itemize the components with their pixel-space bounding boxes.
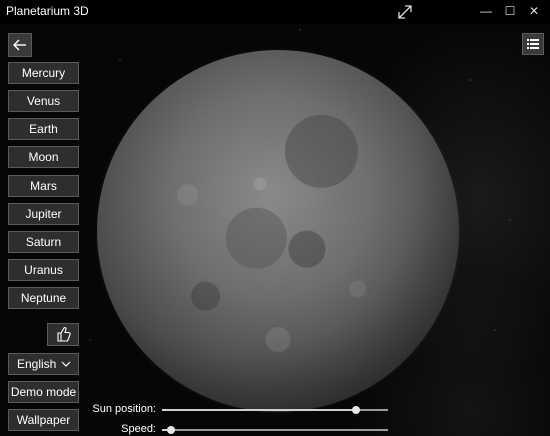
language-select[interactable]: English — [8, 353, 79, 375]
close-button[interactable]: ✕ — [518, 0, 550, 24]
title-bar: Planetarium 3D — ☐ ✕ — [0, 0, 550, 24]
planet-button-earth[interactable]: Earth — [8, 118, 79, 140]
planet-button-mars[interactable]: Mars — [8, 175, 79, 197]
planet-button-uranus[interactable]: Uranus — [8, 259, 79, 281]
list-icon — [527, 39, 539, 49]
menu-button[interactable] — [522, 33, 544, 55]
speed-slider[interactable] — [162, 426, 388, 434]
speed-label: Speed: — [121, 423, 156, 435]
planet-button-neptune[interactable]: Neptune — [8, 287, 79, 309]
planet-button-moon[interactable]: Moon — [8, 146, 79, 168]
app-title: Planetarium 3D — [6, 4, 89, 18]
planet-button-jupiter[interactable]: Jupiter — [8, 203, 79, 225]
language-selected: English — [17, 357, 57, 371]
planet-button-venus[interactable]: Venus — [8, 90, 79, 112]
back-button[interactable] — [8, 33, 32, 57]
sun-position-slider[interactable] — [162, 406, 388, 414]
planet-button-mercury[interactable]: Mercury — [8, 62, 79, 84]
planet-button-saturn[interactable]: Saturn — [8, 231, 79, 253]
demo-mode-button[interactable]: Demo mode — [8, 381, 79, 403]
expand-diagonal-icon[interactable] — [394, 1, 416, 23]
moon-shading — [97, 50, 459, 412]
wallpaper-button[interactable]: Wallpaper — [8, 409, 79, 431]
back-arrow-icon — [13, 39, 26, 51]
speed-thumb[interactable] — [167, 426, 176, 434]
thumbs-up-icon — [57, 327, 71, 342]
sun-position-fill — [162, 409, 357, 411]
like-button[interactable] — [47, 323, 79, 346]
chevron-down-icon — [61, 361, 71, 367]
sun-position-label: Sun position: — [92, 403, 156, 415]
